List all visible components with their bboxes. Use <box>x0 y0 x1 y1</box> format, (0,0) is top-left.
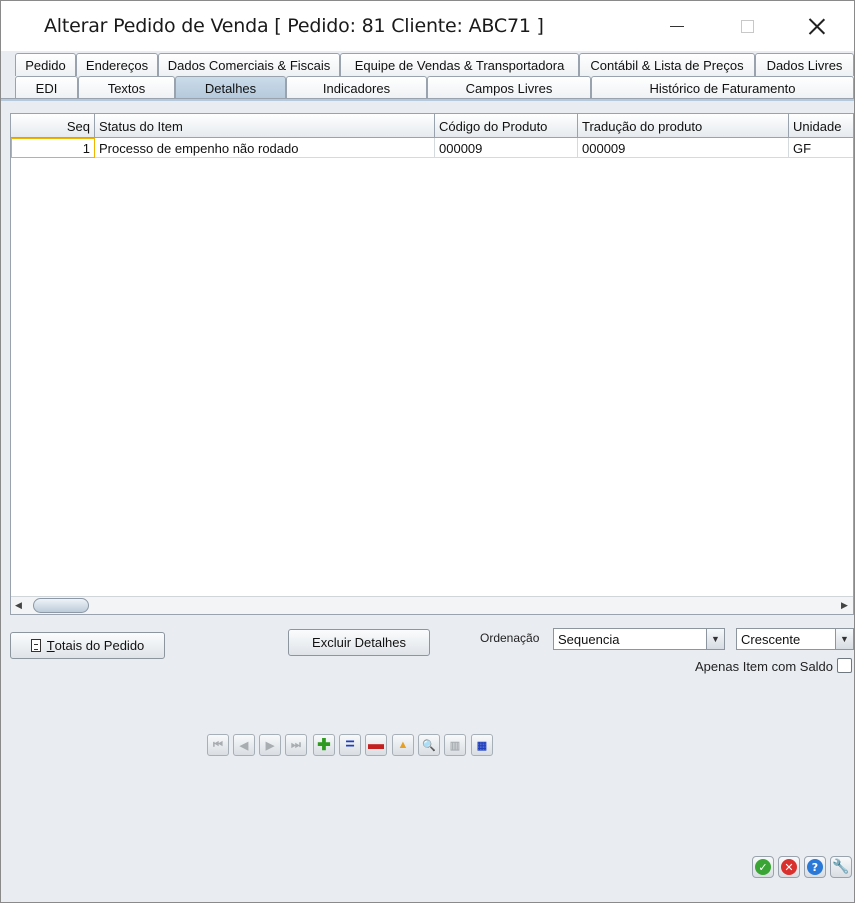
first-record-button[interactable]: ⏮ <box>207 734 229 756</box>
window-title: Alterar Pedido de Venda [ Pedido: 81 Cli… <box>44 15 544 37</box>
totais-label: otais do Pedido <box>54 638 145 653</box>
cell-seq[interactable]: 1 <box>11 138 95 158</box>
first-icon: ⏮ <box>213 738 223 751</box>
minimize-button[interactable] <box>642 1 712 51</box>
edit-record-button[interactable]: = <box>339 734 361 756</box>
cancel-icon: ✕ <box>781 859 797 875</box>
add-icon: ✚ <box>317 737 331 754</box>
chevron-down-icon[interactable]: ▼ <box>706 629 724 649</box>
confirm-record-button[interactable]: ▲ <box>392 734 414 756</box>
close-icon <box>809 18 825 34</box>
tab-textos[interactable]: Textos <box>78 76 175 99</box>
confirm-icon: ▲ <box>397 739 409 751</box>
tab-detalhes[interactable]: Detalhes <box>175 76 286 99</box>
tab-enderecos[interactable]: Endereços <box>76 53 158 76</box>
totais-do-pedido-button[interactable]: Totais do Pedido <box>10 632 165 659</box>
ordenacao-field-value: Sequencia <box>558 631 620 647</box>
refresh-button[interactable]: ▦ <box>471 734 493 756</box>
column-header-unidade[interactable]: Unidade <box>789 114 853 138</box>
cell-codigo[interactable]: 000009 <box>435 138 578 158</box>
search-icon: 🔍 <box>422 739 436 752</box>
check-icon: ✓ <box>755 859 771 875</box>
cancel-button[interactable]: ✕ <box>778 856 800 878</box>
column-header-traducao[interactable]: Tradução do produto <box>578 114 789 138</box>
grid-icon: ▥ <box>449 739 461 752</box>
tab-pedido[interactable]: Pedido <box>15 53 76 76</box>
tab-indicadores[interactable]: Indicadores <box>286 76 427 99</box>
next-record-button[interactable]: ▶ <box>259 734 281 756</box>
grid-header: Seq Status do Item Código do Produto Tra… <box>11 114 853 138</box>
table-row[interactable]: 1 Processo de empenho não rodado 000009 … <box>11 138 853 158</box>
column-header-codigo[interactable]: Código do Produto <box>435 114 578 138</box>
refresh-icon: ▦ <box>476 739 488 752</box>
tab-strip: Pedido Endereços Dados Comerciais & Fisc… <box>1 51 854 101</box>
cell-unidade[interactable]: GF <box>789 138 853 158</box>
scroll-left-icon[interactable]: ◀ <box>15 600 22 611</box>
tools-button[interactable]: 🔧 <box>830 856 852 878</box>
prev-icon: ◀ <box>239 739 249 752</box>
last-icon: ⏭ <box>291 738 301 751</box>
wrench-icon: 🔧 <box>832 859 850 875</box>
document-icon <box>30 639 41 652</box>
column-header-seq[interactable]: Seq <box>11 114 95 138</box>
close-button[interactable] <box>782 1 852 51</box>
tab-historico-faturamento[interactable]: Histórico de Faturamento <box>591 76 854 99</box>
tab-equipe-vendas[interactable]: Equipe de Vendas & Transportadora <box>340 53 579 76</box>
delete-icon: ▬ <box>368 736 384 753</box>
maximize-icon <box>740 19 754 33</box>
cell-status[interactable]: Processo de empenho não rodado <box>95 138 435 158</box>
details-grid[interactable]: Seq Status do Item Código do Produto Tra… <box>10 113 854 615</box>
apenas-saldo-checkbox[interactable] <box>837 658 852 673</box>
horizontal-scrollbar[interactable]: ◀ ▶ <box>11 596 853 614</box>
help-icon: ? <box>807 859 823 875</box>
grid-view-button[interactable]: ▥ <box>444 734 466 756</box>
scroll-thumb[interactable] <box>33 598 89 613</box>
ordenacao-field-select[interactable]: Sequencia ▼ <box>553 628 725 650</box>
maximize-button[interactable] <box>712 1 782 51</box>
help-button[interactable]: ? <box>804 856 826 878</box>
title-bar: Alterar Pedido de Venda [ Pedido: 81 Cli… <box>1 1 854 51</box>
ordenacao-direction-select[interactable]: Crescente ▼ <box>736 628 854 650</box>
minimize-icon <box>670 25 684 27</box>
prev-record-button[interactable]: ◀ <box>233 734 255 756</box>
tab-campos-livres[interactable]: Campos Livres <box>427 76 591 99</box>
chevron-down-icon[interactable]: ▼ <box>835 629 853 649</box>
edit-icon: = <box>345 736 355 753</box>
search-record-button[interactable]: 🔍 <box>418 734 440 756</box>
ordenacao-direction-value: Crescente <box>741 631 801 647</box>
tab-divider <box>1 98 854 101</box>
excluir-detalhes-button[interactable]: Excluir Detalhes <box>288 629 430 656</box>
ordenacao-label: Ordenação <box>480 631 540 645</box>
totais-accelerator: T <box>46 638 55 653</box>
add-record-button[interactable]: ✚ <box>313 734 335 756</box>
delete-record-button[interactable]: ▬ <box>365 734 387 756</box>
scroll-right-icon[interactable]: ▶ <box>841 600 848 611</box>
cell-traducao[interactable]: 000009 <box>578 138 789 158</box>
column-header-status[interactable]: Status do Item <box>95 114 435 138</box>
last-record-button[interactable]: ⏭ <box>285 734 307 756</box>
ok-button[interactable]: ✓ <box>752 856 774 878</box>
tab-edi[interactable]: EDI <box>15 76 78 99</box>
order-window: Alterar Pedido de Venda [ Pedido: 81 Cli… <box>0 0 855 903</box>
apenas-saldo-label: Apenas Item com Saldo <box>695 659 834 674</box>
next-icon: ▶ <box>265 739 275 752</box>
tab-contabil[interactable]: Contábil & Lista de Preços <box>579 53 755 76</box>
tab-dados-livres[interactable]: Dados Livres <box>755 53 854 76</box>
tab-dados-comerciais[interactable]: Dados Comerciais & Fiscais <box>158 53 340 76</box>
